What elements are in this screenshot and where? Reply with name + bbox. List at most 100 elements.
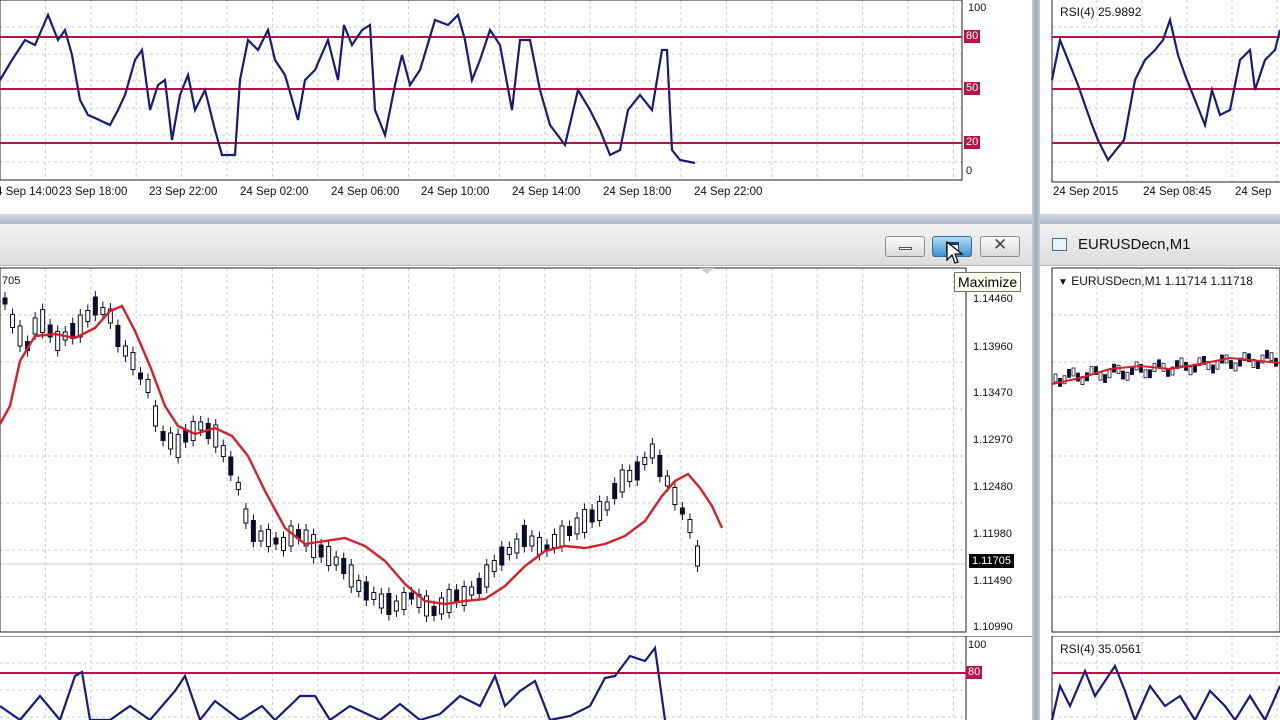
candle (1076, 372, 1080, 382)
candle (401, 592, 407, 610)
candle (439, 597, 445, 615)
candle (386, 593, 392, 615)
close-button[interactable]: ✕ (980, 235, 1020, 257)
time-label: 24 Sep 18:00 (603, 186, 672, 198)
candle (1269, 352, 1274, 362)
price-tick: 1.11490 (973, 575, 1012, 587)
candle (265, 529, 271, 547)
candle (258, 530, 264, 542)
candle (476, 578, 482, 594)
candle (160, 431, 166, 441)
dropdown-arrow-icon[interactable]: ▼ (1058, 277, 1068, 288)
candle (235, 482, 241, 490)
candle (1121, 370, 1125, 380)
candle (326, 546, 332, 566)
candle (1062, 375, 1067, 385)
candle (551, 534, 557, 548)
main-chart-panel: 705 1.14460 1.13960 1.13470 1.12970 1.12… (0, 266, 1032, 636)
candle (597, 501, 603, 521)
mouse-cursor-icon (946, 241, 964, 264)
price-chart (0, 267, 967, 633)
candle (657, 455, 663, 477)
candle (694, 545, 700, 567)
candle (190, 421, 196, 441)
candle (1067, 368, 1071, 378)
candle (371, 592, 377, 600)
candle (559, 525, 565, 547)
candle (1157, 359, 1161, 369)
candle (311, 534, 317, 558)
price-tick: 1.10990 (973, 621, 1013, 633)
candle (115, 325, 121, 347)
top-rsi-panel: 100 80 50 20 0 4 Sep 14:00 23 Sep 18:00 … (0, 0, 1030, 215)
window-separator (0, 214, 1280, 224)
right-top-rsi-panel: RSI(4) 25.9892 24 Sep 2015 24 Sep 08:45 … (1040, 0, 1280, 214)
rsi-indicator-label: RSI(4) 35.0561 (1060, 642, 1142, 656)
candle (604, 501, 610, 511)
candle (454, 589, 460, 603)
candle (664, 475, 670, 487)
candle (582, 509, 588, 533)
candle (273, 537, 279, 545)
candle (333, 556, 339, 566)
candle (318, 544, 324, 558)
candle (243, 508, 249, 524)
candle (1116, 364, 1121, 374)
candle (499, 546, 505, 566)
candle (153, 405, 159, 427)
candle (122, 345, 128, 357)
window-separator (1032, 0, 1040, 720)
price-tick: 1.14460 (973, 293, 1013, 305)
candle (1125, 371, 1130, 381)
time-label: 24 Sep 06:00 (331, 186, 400, 198)
top-rsi-chart (0, 0, 963, 181)
candle (1071, 367, 1076, 377)
rsi-level-20: 20 (964, 136, 981, 149)
candle (536, 537, 542, 555)
candle (198, 421, 204, 431)
minimize-button[interactable] (885, 236, 925, 257)
minimize-icon (899, 247, 912, 250)
time-label: 24 Sep 22:00 (694, 186, 763, 198)
window-title: EURUSDecn,M1 (1078, 236, 1191, 253)
candle (612, 483, 618, 499)
rsi-level-0: 0 (966, 165, 973, 177)
candle (356, 580, 362, 592)
time-label: 4 Sep 14:00 (0, 186, 59, 198)
rsi-line (0, 645, 667, 720)
candle (514, 538, 520, 554)
candle (619, 469, 625, 493)
price-label: 705 (2, 275, 21, 287)
candle (424, 595, 430, 617)
rsi-level-100: 100 (968, 2, 987, 14)
main-window-titlebar[interactable] (0, 224, 1032, 266)
candle (469, 586, 475, 596)
candle (85, 310, 91, 322)
price-tick: 1.13960 (973, 341, 1013, 353)
bottom-rsi-chart (0, 636, 1032, 720)
rsi-level-100: 100 (968, 639, 987, 651)
price-tick: 1.13470 (973, 387, 1013, 399)
candle (506, 547, 512, 555)
candle (672, 487, 678, 505)
candle (1211, 364, 1215, 374)
time-label: 24 Sep 10:00 (421, 186, 490, 198)
right-window-titlebar[interactable]: EURUSDecn,M1 (1040, 224, 1280, 266)
candle (250, 520, 256, 542)
candle (1215, 360, 1220, 370)
symbol-quote: EURUSDecn,M1 1.11714 1.11718 (1071, 274, 1253, 288)
right-chart-header: ▼ EURUSDecn,M1 1.11714 1.11718 (1058, 274, 1253, 288)
candle (1265, 349, 1269, 359)
candle (491, 560, 497, 572)
candle (378, 593, 384, 609)
candle (649, 443, 655, 459)
candle (484, 564, 490, 588)
price-tick: 1.12480 (973, 481, 1013, 493)
candle (280, 537, 286, 551)
candle (567, 526, 573, 536)
rsi-level-80: 80 (966, 666, 983, 679)
rsi-level-80: 80 (964, 30, 981, 43)
current-price-badge: 1.11705 (969, 554, 1014, 568)
candle (589, 509, 595, 523)
candle (1103, 374, 1107, 383)
